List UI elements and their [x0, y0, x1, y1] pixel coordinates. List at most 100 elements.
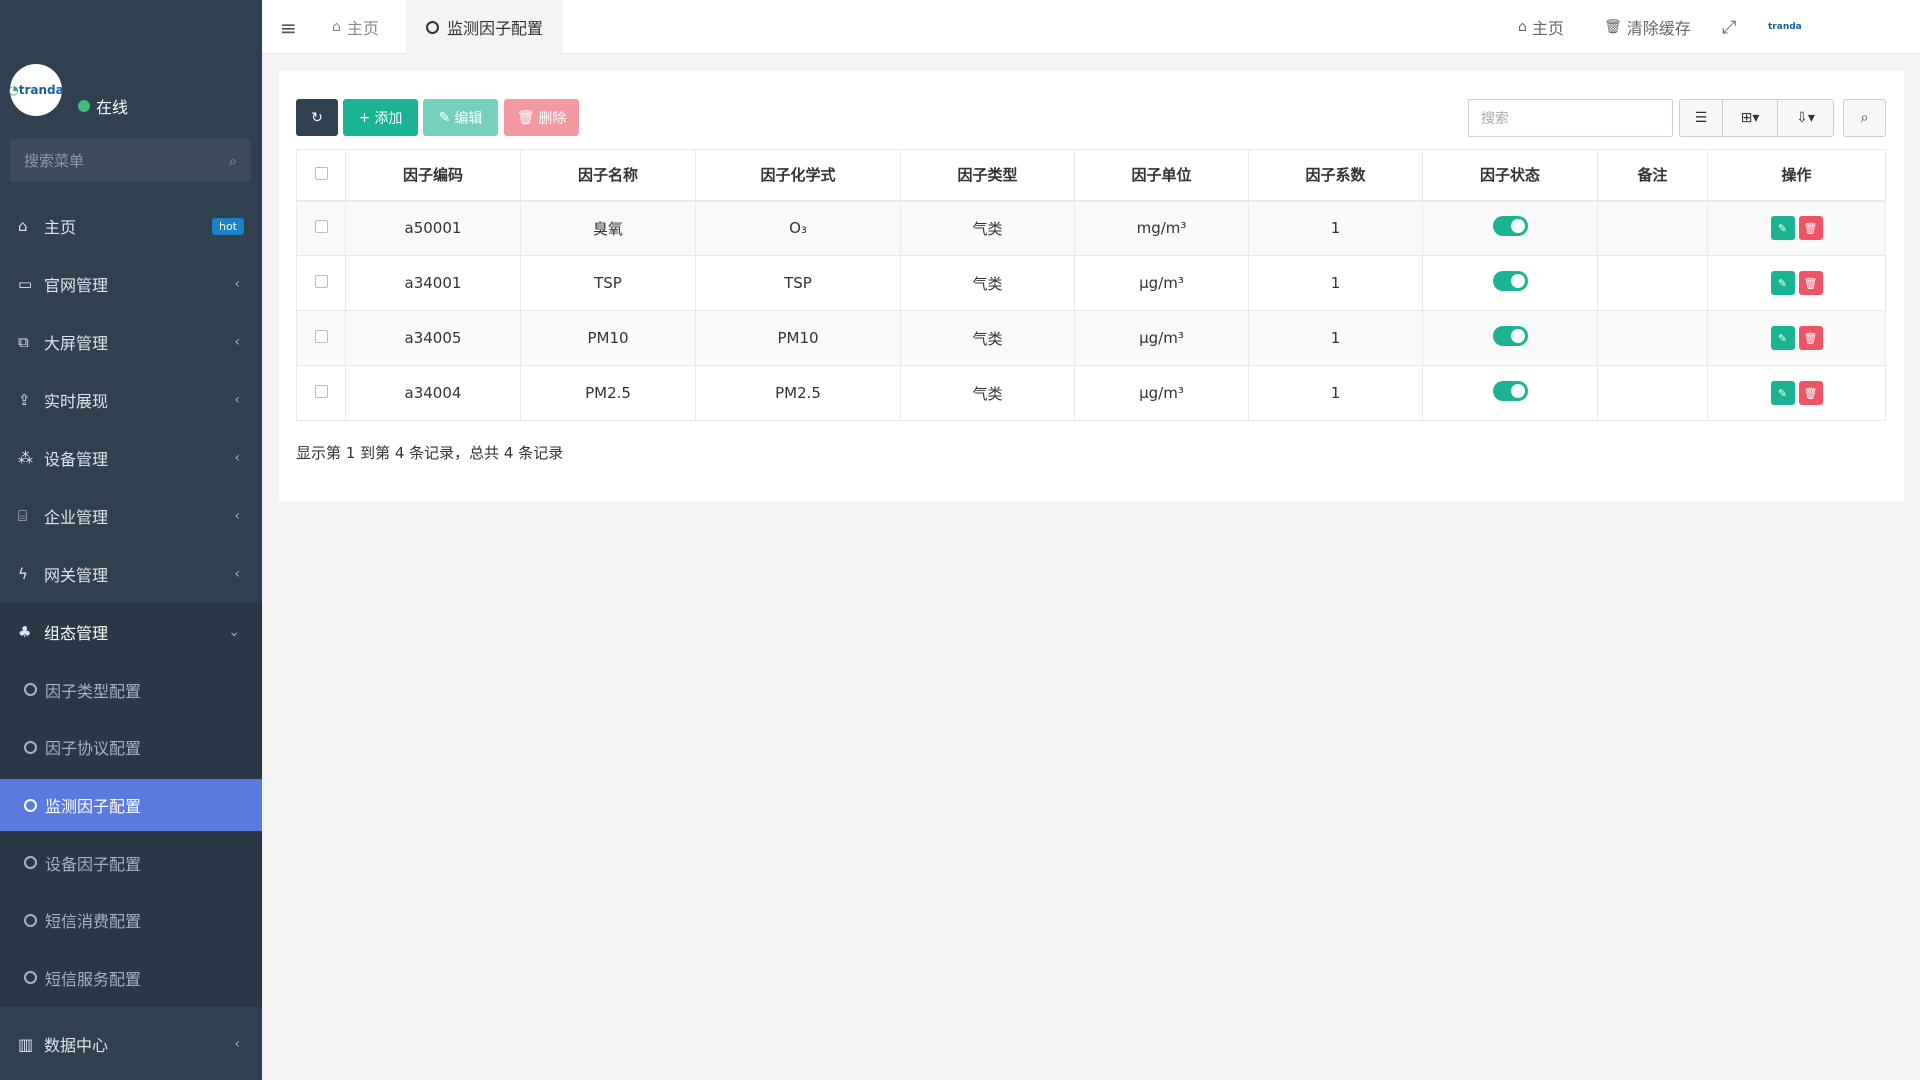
row-edit-button[interactable]: ✎	[1770, 381, 1795, 405]
sidebar-item-home[interactable]: ⌂ 主页 hot	[0, 197, 262, 255]
status-toggle[interactable]	[1492, 271, 1528, 291]
profile-area: ◔ tranda 在线 搜索菜单 ⌕	[0, 0, 262, 182]
list-view-toggle[interactable]: ☰	[1679, 99, 1723, 137]
sitemap-icon: ♣	[18, 623, 32, 641]
cell-name: TSP	[520, 255, 696, 311]
table-search-input[interactable]: 搜索	[1468, 99, 1673, 137]
column-header[interactable]: 因子单位	[1074, 149, 1249, 202]
row-edit-button[interactable]: ✎	[1770, 271, 1795, 295]
column-header[interactable]: 因子名称	[520, 149, 696, 202]
sidebar: ◔ tranda 在线 搜索菜单 ⌕ ⌂ 主页 hot ▭ 官网管理 ‹ ⧉ 大屏管理 ‹ ⇪…	[0, 0, 262, 1080]
submenu-item-sms-service[interactable]: 短信服务配置	[0, 949, 262, 1007]
circle-icon	[426, 20, 439, 34]
status-dot-icon	[78, 100, 90, 112]
table-row[interactable]: a34005 PM10 PM10 气类 μg/m³ 1 ✎ 🗑	[296, 310, 1886, 366]
submenu-item-monitor-factor[interactable]: 监测因子配置	[0, 779, 262, 831]
status-toggle[interactable]	[1492, 326, 1528, 346]
cell-coefficient: 1	[1248, 200, 1423, 256]
sidebar-item-bigscreen[interactable]: ⧉ 大屏管理 ‹	[0, 313, 262, 371]
select-all-checkbox[interactable]	[314, 166, 328, 180]
delete-button[interactable]: 🗑 删除	[504, 99, 579, 136]
column-header: 操作	[1707, 149, 1886, 202]
circle-icon	[24, 683, 37, 697]
trash-icon: 🗑	[1604, 19, 1622, 35]
submenu-item-sms-consume[interactable]: 短信消费配置	[0, 892, 262, 950]
sidebar-item-gateway[interactable]: ϟ 网关管理 ‹	[0, 545, 262, 603]
tab-home[interactable]: ⌂ 主页	[312, 0, 399, 54]
cell-code: a34005	[345, 310, 521, 366]
row-edit-button[interactable]: ✎	[1770, 326, 1795, 350]
row-checkbox[interactable]	[314, 220, 328, 234]
table-row[interactable]: a34001 TSP TSP 气类 μg/m³ 1 ✎ 🗑	[296, 255, 1886, 311]
row-checkbox[interactable]	[314, 385, 328, 398]
cell-formula: PM10	[695, 310, 901, 366]
sidebar-item-enterprise[interactable]: ⌸ 企业管理 ‹	[0, 487, 262, 545]
search-icon[interactable]: ⌕	[229, 152, 237, 170]
column-header[interactable]: 因子状态	[1422, 149, 1598, 202]
advanced-search-button[interactable]: ⌕	[1843, 99, 1886, 137]
home-icon: ⌂	[332, 19, 341, 35]
submenu-item-factor-protocol[interactable]: 因子协议配置	[0, 719, 262, 777]
row-delete-button[interactable]: 🗑	[1798, 381, 1823, 405]
factor-table: 因子编码 因子名称 因子化学式 因子类型 因子单位 因子系数 因子状态 备注 操…	[296, 149, 1886, 421]
circle-icon	[24, 913, 37, 927]
table-row[interactable]: a50001 臭氧 O₃ 气类 mg/m³ 1 ✎ 🗑	[296, 200, 1886, 256]
cell-status	[1422, 200, 1598, 256]
row-delete-button[interactable]: 🗑	[1798, 216, 1823, 241]
menu-search-input[interactable]: 搜索菜单 ⌕	[10, 139, 251, 182]
cell-unit: μg/m³	[1074, 365, 1249, 421]
column-header[interactable]: 因子化学式	[695, 149, 901, 202]
row-edit-button[interactable]: ✎	[1770, 216, 1795, 241]
sidebar-item-device[interactable]: ⁂ 设备管理 ‹	[0, 429, 262, 487]
plus-icon: +	[358, 109, 371, 126]
cell-name: PM10	[520, 310, 696, 366]
sidebar-item-data-center[interactable]: ▥ 数据中心 ‹	[0, 1014, 262, 1074]
cell-coefficient: 1	[1248, 255, 1423, 311]
refresh-icon: ↻	[311, 109, 323, 126]
row-delete-button[interactable]: 🗑	[1798, 271, 1823, 295]
cell-code: a34004	[345, 365, 521, 421]
fullscreen-icon[interactable]: ⤢	[1722, 0, 1736, 54]
column-header[interactable]: 因子类型	[900, 149, 1075, 202]
export-dropdown[interactable]: ⇩ ▾	[1777, 99, 1834, 137]
edit-button[interactable]: ✎ 编辑	[423, 99, 498, 136]
status-toggle[interactable]	[1492, 216, 1528, 237]
tab-monitor-factor[interactable]: 监测因子配置	[406, 0, 564, 54]
row-delete-button[interactable]: 🗑	[1798, 326, 1823, 350]
list-icon: ☰	[1694, 110, 1708, 126]
cell-unit: μg/m³	[1074, 310, 1249, 366]
add-button[interactable]: + 添加	[343, 99, 418, 136]
table-row[interactable]: a34004 PM2.5 PM2.5 气类 μg/m³ 1 ✎ 🗑	[296, 365, 1886, 421]
tab-label: 主页	[346, 19, 379, 38]
sidebar-item-website[interactable]: ▭ 官网管理 ‹	[0, 255, 262, 313]
avatar[interactable]: ◔ tranda	[8, 64, 64, 116]
hamburger-menu-icon[interactable]: ≡	[280, 16, 297, 40]
status-toggle[interactable]	[1492, 381, 1528, 401]
chevron-left-icon: ‹	[234, 566, 240, 582]
chevron-left-icon: ‹	[234, 334, 240, 350]
top-home-link[interactable]: ⌂ 主页	[1518, 0, 1564, 54]
columns-dropdown[interactable]: ⊞ ▾	[1722, 99, 1778, 137]
column-header[interactable]: 因子系数	[1248, 149, 1423, 202]
submenu-item-factor-type[interactable]: 因子类型配置	[0, 661, 262, 719]
grid-icon: ⊞	[1740, 110, 1753, 126]
row-checkbox[interactable]	[314, 330, 328, 343]
submenu-item-device-factor[interactable]: 设备因子配置	[0, 834, 262, 892]
circle-icon	[24, 740, 37, 754]
home-icon: ⌂	[1518, 19, 1527, 35]
column-header[interactable]: 备注	[1597, 149, 1708, 202]
column-header[interactable]: 因子编码	[345, 149, 521, 202]
menu-search-placeholder: 搜索菜单	[24, 152, 85, 170]
row-checkbox[interactable]	[314, 275, 328, 288]
circle-icon	[24, 971, 37, 985]
clear-cache-button[interactable]: 🗑 清除缓存	[1604, 0, 1691, 54]
chevron-down-icon: ⌄	[228, 624, 240, 640]
sidebar-item-realtime[interactable]: ⇪ 实时展现 ‹	[0, 371, 262, 429]
config-submenu: 因子类型配置 因子协议配置 监测因子配置 设备因子配置 短信消费配置 短信服务配…	[0, 661, 262, 1007]
refresh-button[interactable]: ↻	[296, 99, 338, 136]
top-logo[interactable]: tranda	[1768, 0, 1802, 54]
chevron-left-icon: ‹	[234, 450, 240, 466]
add-label: 添加	[374, 110, 403, 127]
sidebar-item-config[interactable]: ♣ 组态管理 ⌄	[0, 603, 262, 661]
cell-coefficient: 1	[1248, 310, 1423, 366]
